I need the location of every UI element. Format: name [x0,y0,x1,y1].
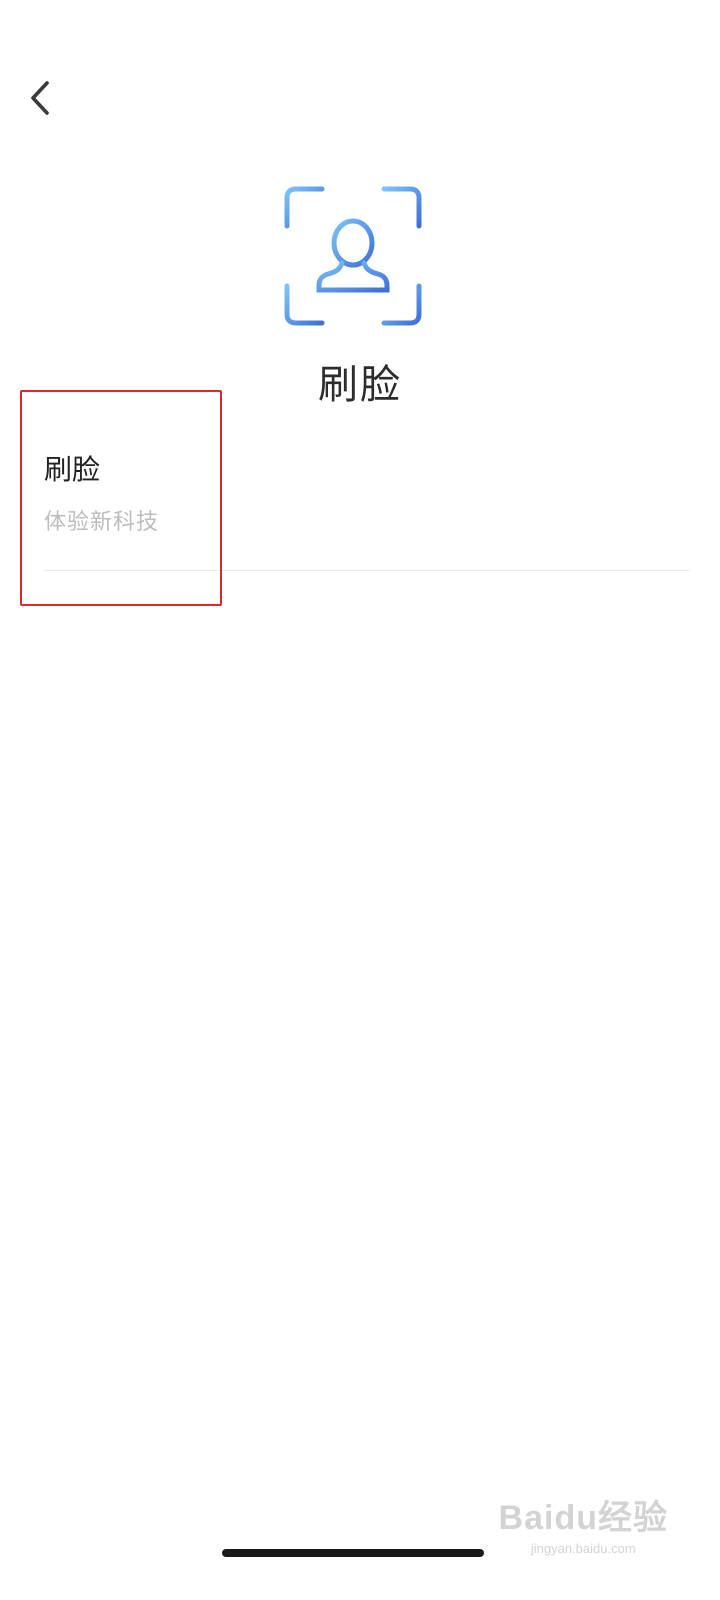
face-scan-icon [284,186,422,326]
home-indicator[interactable] [222,1549,484,1557]
watermark-logo: Baidu经验 jingyan.baidu.com [499,1490,668,1556]
annotation-highlight-box [20,390,222,606]
watermark-main: Baidu经验 [498,1499,668,1537]
watermark-sub: jingyan.baidu.com [530,1541,636,1556]
back-button[interactable] [22,76,58,120]
chevron-left-icon [31,81,49,115]
